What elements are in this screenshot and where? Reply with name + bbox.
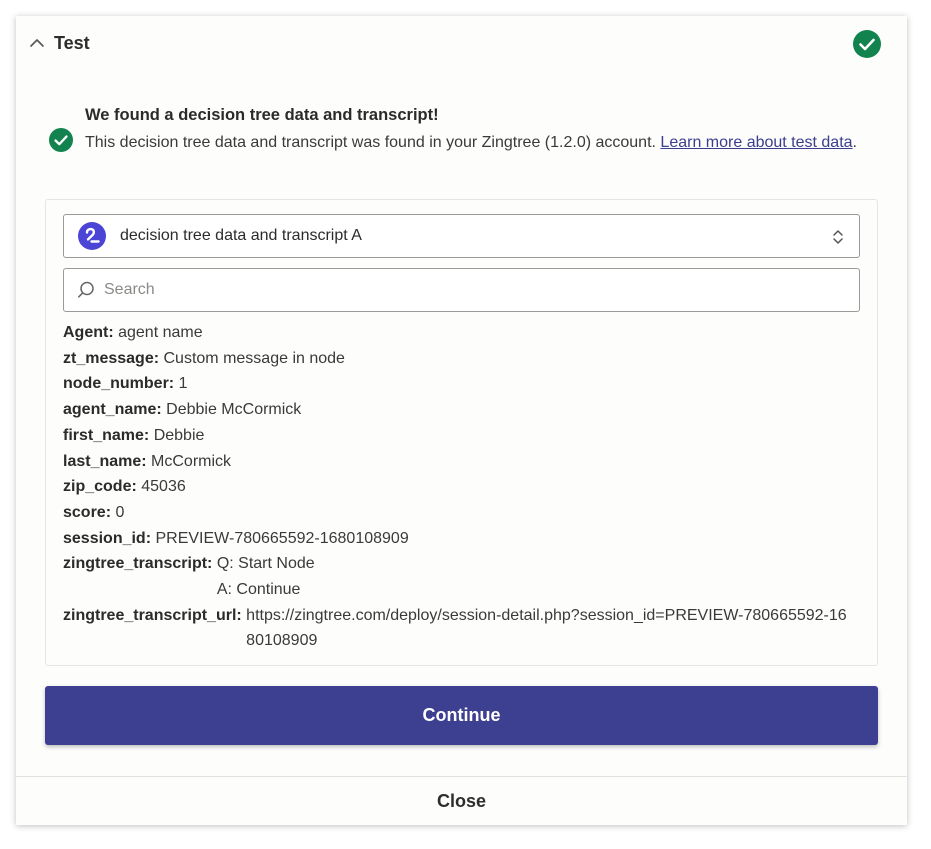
- field-row: first_name: Debbie: [63, 423, 863, 449]
- field-key: zip_code:: [63, 478, 137, 496]
- field-row: node_number: 1: [63, 371, 863, 397]
- search-field[interactable]: [63, 268, 860, 312]
- field-value: Custom message in node: [163, 349, 345, 367]
- continue-button[interactable]: Continue: [45, 686, 878, 745]
- field-value: 0: [115, 503, 125, 521]
- search-input[interactable]: [102, 270, 846, 310]
- field-key: zingtree_transcript_url:: [63, 606, 242, 624]
- field-key: session_id:: [63, 529, 152, 547]
- zingtree-logo-icon: [78, 222, 106, 250]
- select-value: decision tree data and transcript A: [120, 227, 362, 244]
- field-value: PREVIEW-780665592-1680108909: [155, 529, 409, 547]
- record-select[interactable]: decision tree data and transcript A: [63, 214, 860, 258]
- section-header[interactable]: Test: [16, 16, 907, 72]
- field-row: zingtree_transcript_url: https://zingtre…: [63, 603, 863, 654]
- field-value: McCormick: [151, 452, 232, 470]
- field-key: agent_name:: [63, 401, 162, 419]
- check-circle-icon: [853, 30, 881, 58]
- up-down-chevron-icon: [833, 230, 843, 244]
- field-key: first_name:: [63, 426, 150, 444]
- learn-more-link[interactable]: Learn more about test data: [660, 134, 852, 151]
- field-row: score: 0: [63, 500, 863, 526]
- field-key: score:: [63, 503, 112, 521]
- field-row: last_name: McCormick: [63, 449, 863, 475]
- test-data-card: decision tree data and transcript A Agen…: [45, 199, 878, 666]
- field-row: session_id: PREVIEW-780665592-1680108909: [63, 526, 863, 552]
- field-row: Agent: agent name: [63, 320, 863, 346]
- field-key: zingtree_transcript:: [63, 555, 213, 573]
- field-list: Agent: agent name zt_message: Custom mes…: [63, 320, 863, 654]
- field-key: last_name:: [63, 452, 147, 470]
- field-value: Debbie: [153, 426, 205, 444]
- found-desc-suffix: .: [852, 134, 857, 151]
- close-button[interactable]: Close: [16, 777, 907, 826]
- field-key: node_number:: [63, 375, 175, 393]
- found-title: We found a decision tree data and transc…: [85, 106, 439, 124]
- field-value: Q: Start Node A: Continue: [216, 555, 315, 599]
- field-row: zingtree_transcript: Q: Start Node A: Co…: [63, 551, 863, 602]
- footer: Close: [16, 776, 907, 826]
- field-value: 45036: [141, 478, 186, 496]
- section-title: Test: [54, 33, 90, 53]
- success-check-icon: [49, 128, 73, 152]
- chevron-up-icon[interactable]: [29, 35, 45, 51]
- field-row: zt_message: Custom message in node: [63, 346, 863, 372]
- field-value: https://zingtree.com/deploy/session-deta…: [246, 606, 847, 650]
- test-panel: Test We found a decision tree data and t…: [16, 16, 907, 825]
- field-value: 1: [178, 375, 188, 393]
- field-row: zip_code: 45036: [63, 474, 863, 500]
- found-desc-text: This decision tree data and transcript w…: [85, 134, 661, 151]
- field-row: agent_name: Debbie McCormick: [63, 397, 863, 423]
- field-key: zt_message:: [63, 349, 160, 367]
- field-value: Debbie McCormick: [166, 401, 302, 419]
- found-description: This decision tree data and transcript w…: [85, 131, 885, 155]
- field-key: Agent:: [63, 324, 114, 341]
- search-icon: [78, 281, 94, 298]
- field-value: agent name: [118, 324, 203, 341]
